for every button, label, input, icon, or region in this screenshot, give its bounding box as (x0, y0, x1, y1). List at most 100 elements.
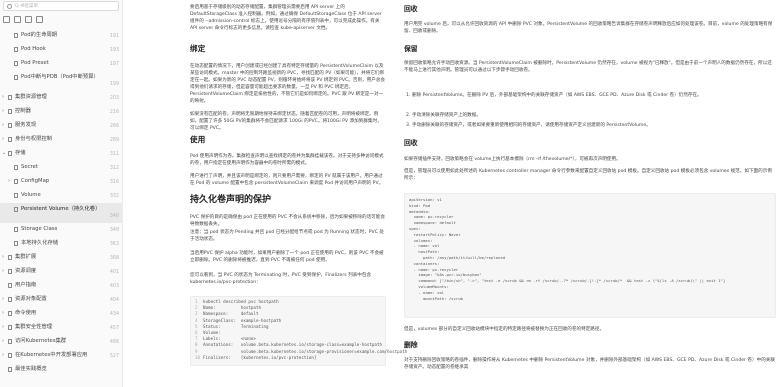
sidebar-item-page: 486 (109, 340, 119, 345)
page-icon (14, 179, 18, 184)
sidebar-item[interactable]: Pod中断与PDB（Pod中断预算） 199 (0, 71, 122, 91)
page-icon (14, 241, 18, 246)
heading-use: 使用 (190, 135, 206, 144)
sidebar-item[interactable]: › 命令使用 434 (0, 307, 122, 321)
sidebar-item[interactable]: › ConfigMap 316 (0, 175, 122, 189)
bookmark-icon[interactable] (25, 16, 32, 23)
sidebar-item[interactable]: › 集群扩展 368 (0, 251, 122, 265)
page-icon (14, 193, 18, 198)
page-icon (8, 255, 12, 260)
note-icon[interactable] (36, 16, 43, 23)
sidebar-item[interactable]: › 集群安全性管理 457 (0, 321, 122, 335)
sidebar-item[interactable]: Pod Preset 197 (0, 57, 122, 71)
chevron-right-icon[interactable]: › (2, 94, 4, 101)
sidebar-item-label: 用户指南 (15, 282, 37, 288)
sidebar-item-label: 身份与权限控制 (15, 136, 53, 142)
sidebar-item-page: 266 (109, 124, 119, 129)
sidebar-item-label: 资源对象配置 (15, 296, 47, 302)
chevron-down-icon[interactable]: ⌄ (2, 150, 6, 157)
sidebar-item-page: 404 (109, 298, 119, 303)
sidebar-item-page: 197 (109, 62, 119, 67)
sidebar-item[interactable]: Storage Class 348 (0, 223, 122, 237)
sidebar-item-page: 193 (109, 48, 119, 53)
chevron-right-icon[interactable]: › (2, 268, 4, 275)
sidebar-item-label: 存储 (15, 150, 26, 156)
page-icon (8, 283, 12, 288)
page-icon (8, 311, 12, 316)
sidebar-item[interactable]: 用户指南 403 (0, 279, 122, 293)
after-code-paragraph: 但是，volumes 部分的自定义回收站模块中指定的特定路径将被替换为正在回收的… (404, 327, 605, 332)
toc-icon[interactable] (3, 16, 10, 23)
code-line-text: kubectl described pvc hostpath (203, 299, 279, 304)
sidebar-item-page: 312 (109, 166, 119, 171)
protect-paragraph-1: PVC 保护的目的是确保由 pod 正在使用的 PVC 不会从系统中移除，因为如… (190, 215, 385, 228)
sidebar-toolbar (3, 16, 43, 24)
sidebar-item[interactable]: › 服务发现 266 (0, 119, 122, 133)
sidebar-item[interactable]: Volume 332 (0, 189, 122, 203)
heading-retain: 保留 (404, 45, 418, 53)
chevron-right-icon[interactable]: › (8, 178, 10, 185)
sidebar-item-label: 集群安全性管理 (15, 324, 53, 330)
sidebar-item[interactable]: Persistent Volume（持久化卷） 340 (0, 203, 122, 223)
sidebar-item[interactable]: 最佳实践概览 (0, 363, 122, 377)
step-number: 3. (406, 123, 411, 128)
code-line-text: Status: Terminating (203, 323, 269, 329)
chevron-right-icon[interactable]: › (2, 310, 4, 317)
code-line-text: StorageClass: example-hostpath (203, 317, 282, 323)
code-line-text: volume.beta.kubernetes.io/storage-provis… (203, 348, 408, 354)
use-paragraph-2: 用户进行了声明，并且该声明是绑定的，则只要用户需要，绑定的 PV 就属于该用户。… (190, 174, 384, 187)
code-line-text: Finalizers: [kubernetes.io/pvc-protectio… (203, 354, 317, 360)
sidebar-item[interactable]: › 控制器 216 (0, 105, 122, 119)
chevron-right-icon[interactable]: › (2, 296, 4, 303)
page-icon (14, 165, 18, 170)
reclaim-paragraph: 用户用完 volume 后，可以从允许回收资源的 API 中删除 PVC 对象。… (404, 22, 773, 35)
step-text: 删除 PersistentVolume。在删除 PV 后，外部基础架构中的关联存… (412, 93, 702, 98)
recycle-paragraph-2: 但是，管理员可以使用如此处所述的 Kubernetes controller m… (404, 169, 772, 182)
sidebar-item[interactable]: ⌄ 存储 311 (0, 147, 122, 161)
intro-paragraph: 要启用基于存储级别的动态存储配置，集群管理员需要启用 API server 上的… (190, 5, 382, 32)
sidebar-item-label: Pod Preset (21, 60, 49, 66)
page-icon (14, 207, 18, 212)
sidebar-item[interactable]: › 集群资源管理 203 (0, 91, 122, 105)
sidebar-item[interactable]: › 资源调度 401 (0, 265, 122, 279)
chevron-right-icon[interactable]: › (2, 108, 4, 115)
step-text: 手动删除关联的存储资产，或者如果要重新使用相同的存储资产，请使用存储资产定义创建… (412, 123, 651, 128)
search-input[interactable]: Q 书签菜单 (3, 1, 119, 11)
retain-paragraph: 保留回收策略允许手动回收资源。当 PersistentVolumeClaim 被… (404, 61, 772, 74)
toc-sidebar: Q 书签菜单 Pod的生命周期 191 Pod Hook 193 Pod Preset 1… (0, 0, 123, 387)
chevron-right-icon[interactable]: › (2, 254, 4, 261)
chevron-right-icon[interactable]: › (2, 352, 4, 359)
page-icon (14, 47, 18, 52)
sidebar-item[interactable]: › 身份与权限控制 289 (0, 133, 122, 147)
sidebar-item[interactable]: › 访问Kubernetes集群 486 (0, 335, 122, 349)
chevron-right-icon[interactable]: › (2, 122, 4, 129)
chevron-right-icon[interactable]: › (2, 338, 4, 345)
sidebar-item[interactable]: 本地持久化存储 363 (0, 237, 122, 251)
sidebar-item-page: 191 (109, 34, 119, 39)
sidebar-item[interactable]: Secret 312 (0, 161, 122, 175)
retain-step: 1. 删除 PersistentVolume。在删除 PV 后，外部基础架构中的关… (406, 92, 772, 99)
sidebar-item-label: 访问Kubernetes集群 (15, 338, 67, 344)
sidebar-item[interactable]: Pod Hook 193 (0, 43, 122, 57)
use-paragraph-1: Pod 使用声明作为卷。集群检查声明以查找绑定的卷并为集群挂载该卷。对于支持多种… (190, 154, 384, 167)
code-line: command: ["/bin/sh", "-c", "test -e /scr… (409, 278, 726, 284)
sidebar-item-label: 资源调度 (15, 268, 37, 274)
sidebar-item-page: 527 (109, 354, 119, 359)
document-page-right: 回收 用户用完 volume 后，可以从允许回收资源的 API 中删除 PVC … (404, 0, 780, 387)
code-line-text: Volume: (203, 330, 221, 336)
bind-paragraph-2: 如果没有匹配的卷，声明将无限期地保持未绑定状态。随着匹配卷的可用，声明将被绑定。… (190, 112, 382, 132)
chevron-right-icon[interactable]: › (2, 136, 4, 143)
sidebar-item[interactable]: › 资源对象配置 404 (0, 293, 122, 307)
step-text: 手动清除关联存储资产上的数据。 (412, 113, 481, 118)
sidebar-item[interactable]: › 在Kubernetes中开发部署应用 527 (0, 349, 122, 363)
heading-pvc-protection: 持久化卷声明的保护 (190, 195, 272, 205)
chevron-right-icon[interactable]: › (2, 324, 4, 331)
protect-paragraph-3: 当启用PVC 保护 alpha 功能时，如果用户删除了一个 pod 正在使用的 … (190, 251, 384, 264)
sidebar-item-label: 集群资源管理 (15, 94, 47, 100)
sidebar-item-label: Storage Class (21, 226, 58, 232)
sidebar-item-page: 311 (109, 152, 119, 157)
page-icon (8, 269, 12, 274)
sidebar-item[interactable]: Pod的生命周期 191 (0, 29, 122, 43)
thumbnail-icon[interactable] (14, 16, 21, 23)
code-line-text: Namespace: default (203, 311, 259, 317)
